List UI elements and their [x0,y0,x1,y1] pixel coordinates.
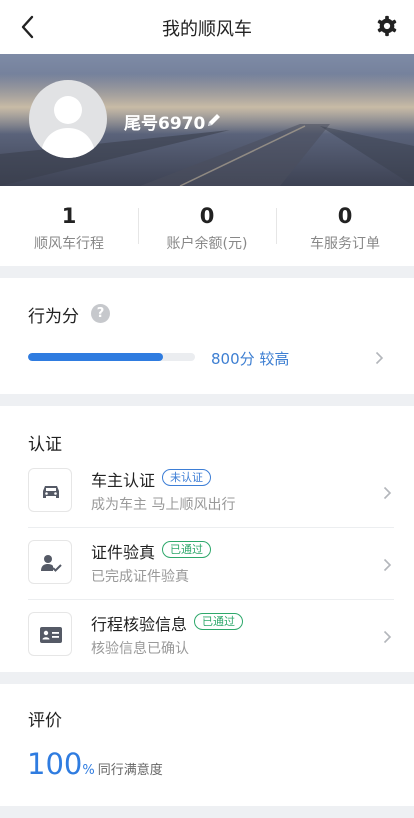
user-nickname: 尾号6970 [124,114,206,134]
stat-label: 顺风车行程 [34,236,104,252]
stat-trips[interactable]: 1 顺风车行程 [0,186,138,266]
profile-header: 尾号6970 [0,54,414,186]
edit-pencil-icon[interactable] [206,112,222,128]
item-subtitle: 成为车主 马上顺风出行 [91,497,236,513]
page-title: 我的顺风车 [162,19,252,40]
section-title: 行为分 [28,307,79,327]
stat-balance[interactable]: 0 账户余额(元) [138,186,276,266]
list-item-document-verification[interactable]: 证件验真 已通过 已完成证件验真 [28,528,394,600]
satisfaction-value: 100 [27,747,83,781]
list-item-driver-verification[interactable]: 车主认证 未认证 成为车主 马上顺风出行 [28,456,394,528]
list-item-trip-verification-info[interactable]: 行程核验信息 已通过 核验信息已确认 [28,600,394,672]
verification-card: 认证 车主认证 未认证 成为车主 马上顺风出行 证件验真 已通过 已完成证件验真… [0,406,414,672]
item-title: 证件验真 [91,543,156,562]
stat-label: 账户余额(元) [166,236,248,252]
satisfaction-rating: 100% 同行满意度 [27,747,163,781]
avatar[interactable] [29,80,107,158]
satisfaction-label: 同行满意度 [97,763,163,778]
status-badge: 已通过 [194,613,243,630]
satisfaction-unit: % [82,763,95,778]
icon-box [28,468,72,512]
rating-card: 评价 100% 同行满意度 [0,684,414,806]
id-card-icon [40,627,62,643]
stats-bar: 1 顺风车行程 0 账户余额(元) 0 车服务订单 [0,186,414,266]
default-avatar-icon [40,96,96,158]
behavior-score-card[interactable]: 行为分 ? 800分 较高 [0,278,414,394]
stat-value: 0 [337,204,353,228]
icon-box [28,612,72,656]
help-icon[interactable]: ? [91,304,110,323]
status-badge: 未认证 [162,469,211,486]
stat-car-service-orders[interactable]: 0 车服务订单 [276,186,414,266]
item-subtitle: 已完成证件验真 [91,569,189,585]
stat-value: 0 [199,204,215,228]
chevron-right-icon [383,558,392,572]
chevron-right-icon [383,486,392,500]
item-title: 行程核验信息 [91,615,188,634]
status-badge: 已通过 [162,541,211,558]
score-progress-fill [28,353,164,361]
user-check-icon [41,555,62,572]
item-subtitle: 核验信息已确认 [91,641,189,657]
chevron-right-icon [375,351,384,365]
section-title: 认证 [28,435,62,455]
stat-label: 车服务订单 [310,236,380,252]
score-progress-bar [28,353,195,361]
section-title: 评价 [28,711,62,731]
item-title: 车主认证 [91,471,156,490]
car-icon [43,486,59,498]
icon-box [28,540,72,584]
chevron-right-icon [383,630,392,644]
score-text: 800分 较高 [211,350,290,368]
settings-gear-icon[interactable] [376,15,398,37]
top-nav-bar: 我的顺风车 [0,0,414,54]
stat-value: 1 [61,204,77,228]
